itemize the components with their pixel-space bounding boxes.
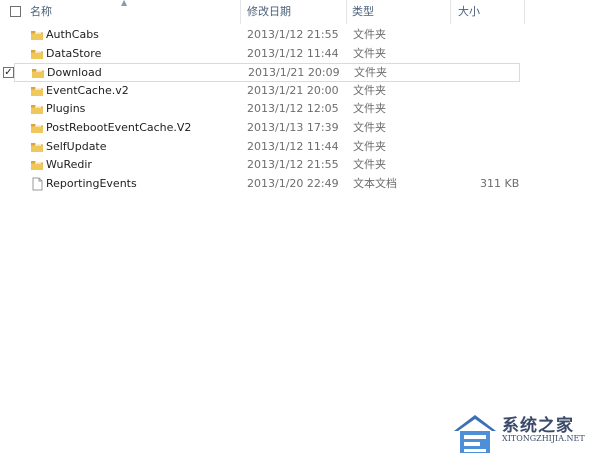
file-list: AuthCabs 2013/1/12 21:55 文件夹 DataStore 2013/… <box>0 26 600 193</box>
file-name: Plugins <box>46 102 86 116</box>
file-row[interactable]: DataStore 2013/1/12 11:44 文件夹 <box>0 45 600 64</box>
watermark-title: 系统之家 <box>502 416 574 436</box>
file-row[interactable]: AuthCabs 2013/1/12 21:55 文件夹 <box>0 26 600 45</box>
file-type: 文件夹 <box>353 28 386 41</box>
file-date-modified: 2013/1/12 11:44 <box>247 139 339 153</box>
folder-icon <box>30 158 44 172</box>
column-header-size[interactable]: 大小 <box>458 0 480 24</box>
file-type: 文件夹 <box>353 158 386 172</box>
file-row[interactable]: Plugins 2013/1/12 12:05 文件夹 <box>0 100 600 119</box>
file-row[interactable]: ✓ Download 2013/1/21 20:09 文件夹 <box>3 63 520 82</box>
file-row[interactable]: EventCache.v2 2013/1/21 20:00 文件夹 <box>0 82 600 101</box>
sort-ascending-icon: ▲ <box>121 0 128 7</box>
folder-icon <box>30 28 44 42</box>
file-date-modified: 2013/1/21 20:09 <box>248 66 340 80</box>
file-date-modified: 2013/1/21 20:00 <box>247 83 339 97</box>
column-divider[interactable] <box>346 0 347 24</box>
file-name: EventCache.v2 <box>46 83 129 97</box>
file-date-modified: 2013/1/20 22:49 <box>247 176 339 190</box>
text-document-icon <box>30 177 44 191</box>
folder-icon <box>31 66 45 80</box>
file-type: 文件夹 <box>353 120 386 134</box>
file-type: 文件夹 <box>353 83 386 97</box>
file-type: 文件夹 <box>354 66 387 80</box>
watermark-house-icon <box>454 415 496 453</box>
column-header-name[interactable]: 名称 <box>30 0 52 24</box>
folder-icon <box>30 84 44 98</box>
file-name: WuRedir <box>46 158 92 172</box>
column-divider[interactable] <box>450 0 451 24</box>
watermark-subtitle: XITONGZHIJIA.NET <box>502 434 585 443</box>
file-type: 文件夹 <box>353 102 386 116</box>
column-header-type[interactable]: 类型 <box>352 0 374 24</box>
file-date-modified: 2013/1/12 12:05 <box>247 102 339 116</box>
watermark-logo: 系统之家 XITONGZHIJIA.NET <box>450 405 600 462</box>
file-name: ReportingEvents <box>46 176 137 190</box>
column-divider[interactable] <box>524 0 525 24</box>
column-header-date-modified[interactable]: 修改日期 <box>247 0 291 24</box>
file-row[interactable]: WuRedir 2013/1/12 21:55 文件夹 <box>0 156 600 175</box>
row-checkbox-checked[interactable]: ✓ <box>3 67 14 79</box>
select-all-checkbox[interactable] <box>10 6 21 17</box>
file-type: 文件夹 <box>353 46 386 60</box>
file-name: SelfUpdate <box>46 139 107 153</box>
file-row[interactable]: SelfUpdate 2013/1/12 11:44 文件夹 <box>0 138 600 157</box>
file-name: DataStore <box>46 46 102 60</box>
file-row[interactable]: PostRebootEventCache.V2 2013/1/13 17:39 文件… <box>0 119 600 138</box>
folder-icon <box>30 121 44 135</box>
file-name: PostRebootEventCache.V2 <box>46 120 192 134</box>
folder-icon <box>30 47 44 61</box>
file-date-modified: 2013/1/12 21:55 <box>247 158 339 172</box>
file-name: AuthCabs <box>46 28 99 41</box>
column-divider[interactable] <box>240 0 241 24</box>
column-header-bar: ▲ 名称 修改日期 类型 大小 <box>0 0 600 24</box>
file-type: 文件夹 <box>353 139 386 153</box>
file-size: 311 KB <box>480 176 520 190</box>
folder-icon <box>30 140 44 154</box>
folder-icon <box>30 102 44 116</box>
file-date-modified: 2013/1/12 11:44 <box>247 46 339 60</box>
file-date-modified: 2013/1/12 21:55 <box>247 28 339 41</box>
file-date-modified: 2013/1/13 17:39 <box>247 120 339 134</box>
file-name: Download <box>47 66 102 80</box>
file-row[interactable]: ReportingEvents 2013/1/20 22:49 文本文档 311 KB <box>0 175 600 194</box>
file-type: 文本文档 <box>353 176 397 190</box>
